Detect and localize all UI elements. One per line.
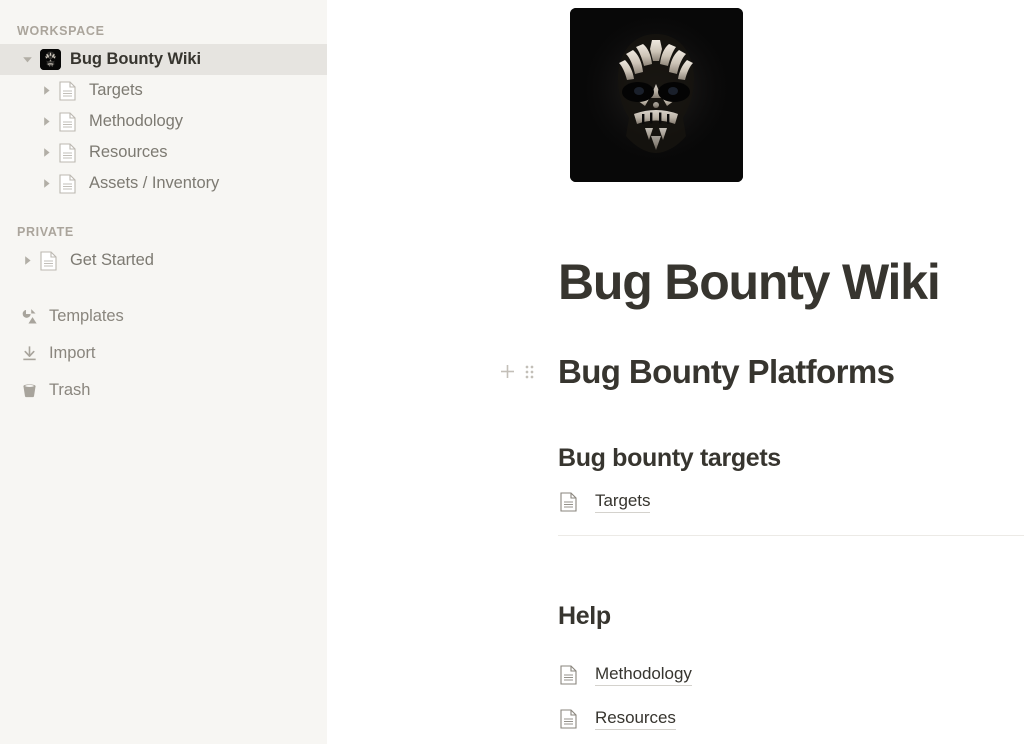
- section-divider: [558, 535, 1024, 536]
- sidebar-item-bug-bounty-wiki[interactable]: Bug Bounty Wiki: [0, 44, 327, 75]
- chevron-right-icon[interactable]: [36, 85, 56, 96]
- app-window: WORKSPACE Bug Bounty Wiki Targets Method…: [0, 0, 1024, 744]
- page-link-label: Resources: [595, 708, 676, 730]
- sidebar-item-label: Methodology: [89, 112, 183, 130]
- document-icon: [560, 709, 582, 729]
- chevron-right-icon[interactable]: [36, 178, 56, 189]
- document-icon: [59, 142, 81, 163]
- sidebar-item-trash[interactable]: Trash: [0, 372, 327, 409]
- drag-handle-icon[interactable]: [520, 361, 538, 383]
- sidebar-item-label: Import: [49, 344, 96, 362]
- document-icon: [560, 665, 582, 685]
- page-cover-image-wrap[interactable]: [570, 8, 743, 182]
- heading-platforms-text[interactable]: Bug Bounty Platforms: [558, 352, 895, 392]
- sidebar-utility-group: Templates Import Trash: [0, 298, 327, 409]
- page-link-methodology[interactable]: Methodology: [560, 664, 692, 686]
- sidebar-item-templates[interactable]: Templates: [0, 298, 327, 335]
- sidebar-item-targets[interactable]: Targets: [0, 75, 327, 106]
- page-link-label: Targets: [595, 491, 650, 513]
- sidebar-section-workspace-label: WORKSPACE: [17, 24, 105, 38]
- sidebar-item-label: Assets / Inventory: [89, 174, 220, 192]
- import-icon: [17, 344, 41, 363]
- block-controls: [496, 361, 538, 383]
- page-link-resources[interactable]: Resources: [560, 708, 676, 730]
- sidebar-item-label: Targets: [89, 81, 143, 99]
- chevron-right-icon[interactable]: [36, 116, 56, 127]
- chevron-down-icon[interactable]: [17, 54, 37, 65]
- document-icon: [59, 111, 81, 132]
- sidebar-item-label: Get Started: [70, 251, 154, 269]
- templates-icon: [17, 307, 41, 326]
- sidebar-item-resources[interactable]: Resources: [0, 137, 327, 168]
- sidebar-item-assets-inventory[interactable]: Assets / Inventory: [0, 168, 327, 199]
- sidebar-item-label: Resources: [89, 143, 168, 161]
- heading-block-platforms: Bug Bounty Platforms: [500, 352, 895, 392]
- chevron-right-icon[interactable]: [36, 147, 56, 158]
- plus-icon[interactable]: [496, 361, 518, 383]
- heading-bug-bounty-targets[interactable]: Bug bounty targets: [558, 443, 781, 473]
- page-content-area: Bug Bounty Wiki Bug Bounty Platforms Bug…: [327, 0, 1024, 744]
- page-link-targets[interactable]: Targets: [560, 491, 650, 513]
- page-link-label: Methodology: [595, 664, 692, 686]
- document-icon: [40, 250, 62, 271]
- sidebar-item-methodology[interactable]: Methodology: [0, 106, 327, 137]
- sidebar-item-import[interactable]: Import: [0, 335, 327, 372]
- page-title[interactable]: Bug Bounty Wiki: [558, 255, 941, 310]
- sidebar-item-label: Bug Bounty Wiki: [70, 50, 202, 68]
- sidebar-item-get-started[interactable]: Get Started: [0, 245, 327, 276]
- document-icon: [560, 492, 582, 512]
- skull-face-paint-image[interactable]: [570, 8, 743, 182]
- sidebar: WORKSPACE Bug Bounty Wiki Targets Method…: [0, 0, 327, 744]
- trash-icon: [17, 381, 41, 400]
- document-icon: [59, 80, 81, 101]
- sidebar-item-label: Templates: [49, 307, 124, 325]
- document-icon: [59, 173, 81, 194]
- heading-help[interactable]: Help: [558, 601, 611, 631]
- chevron-right-icon[interactable]: [17, 255, 37, 266]
- sidebar-section-private-label: PRIVATE: [17, 225, 74, 239]
- skull-avatar-icon: [40, 49, 62, 70]
- sidebar-item-label: Trash: [49, 381, 91, 399]
